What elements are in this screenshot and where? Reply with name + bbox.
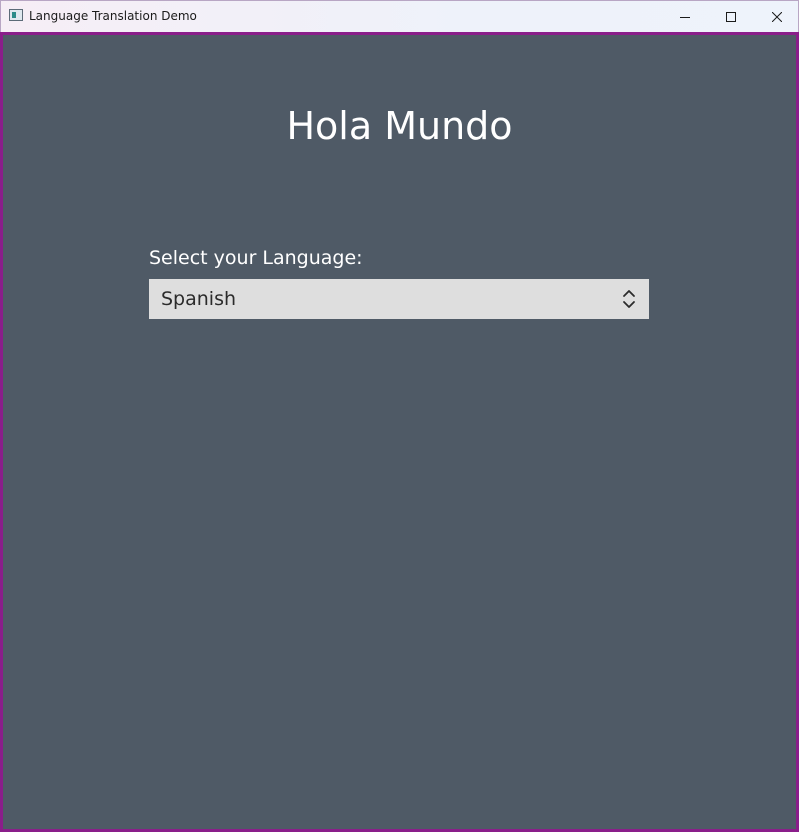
app-window-icon xyxy=(9,9,23,21)
chevron-up-down-icon xyxy=(623,290,635,308)
title-bar[interactable]: Language Translation Demo xyxy=(0,0,799,32)
minimize-icon xyxy=(680,16,690,18)
close-icon xyxy=(772,11,782,22)
maximize-button[interactable] xyxy=(708,1,754,32)
language-label: Select your Language: xyxy=(149,247,363,269)
maximize-icon xyxy=(726,11,736,22)
close-button[interactable] xyxy=(754,1,799,32)
minimize-button[interactable] xyxy=(662,1,708,32)
app-window: Language Translation Demo Hola Mundo Sel… xyxy=(0,0,799,832)
greeting-heading: Hola Mundo xyxy=(286,104,513,148)
language-select-value: Spanish xyxy=(161,288,237,310)
main-panel xyxy=(0,32,799,832)
window-title: Language Translation Demo xyxy=(29,9,197,23)
language-select[interactable]: Spanish xyxy=(149,279,649,319)
